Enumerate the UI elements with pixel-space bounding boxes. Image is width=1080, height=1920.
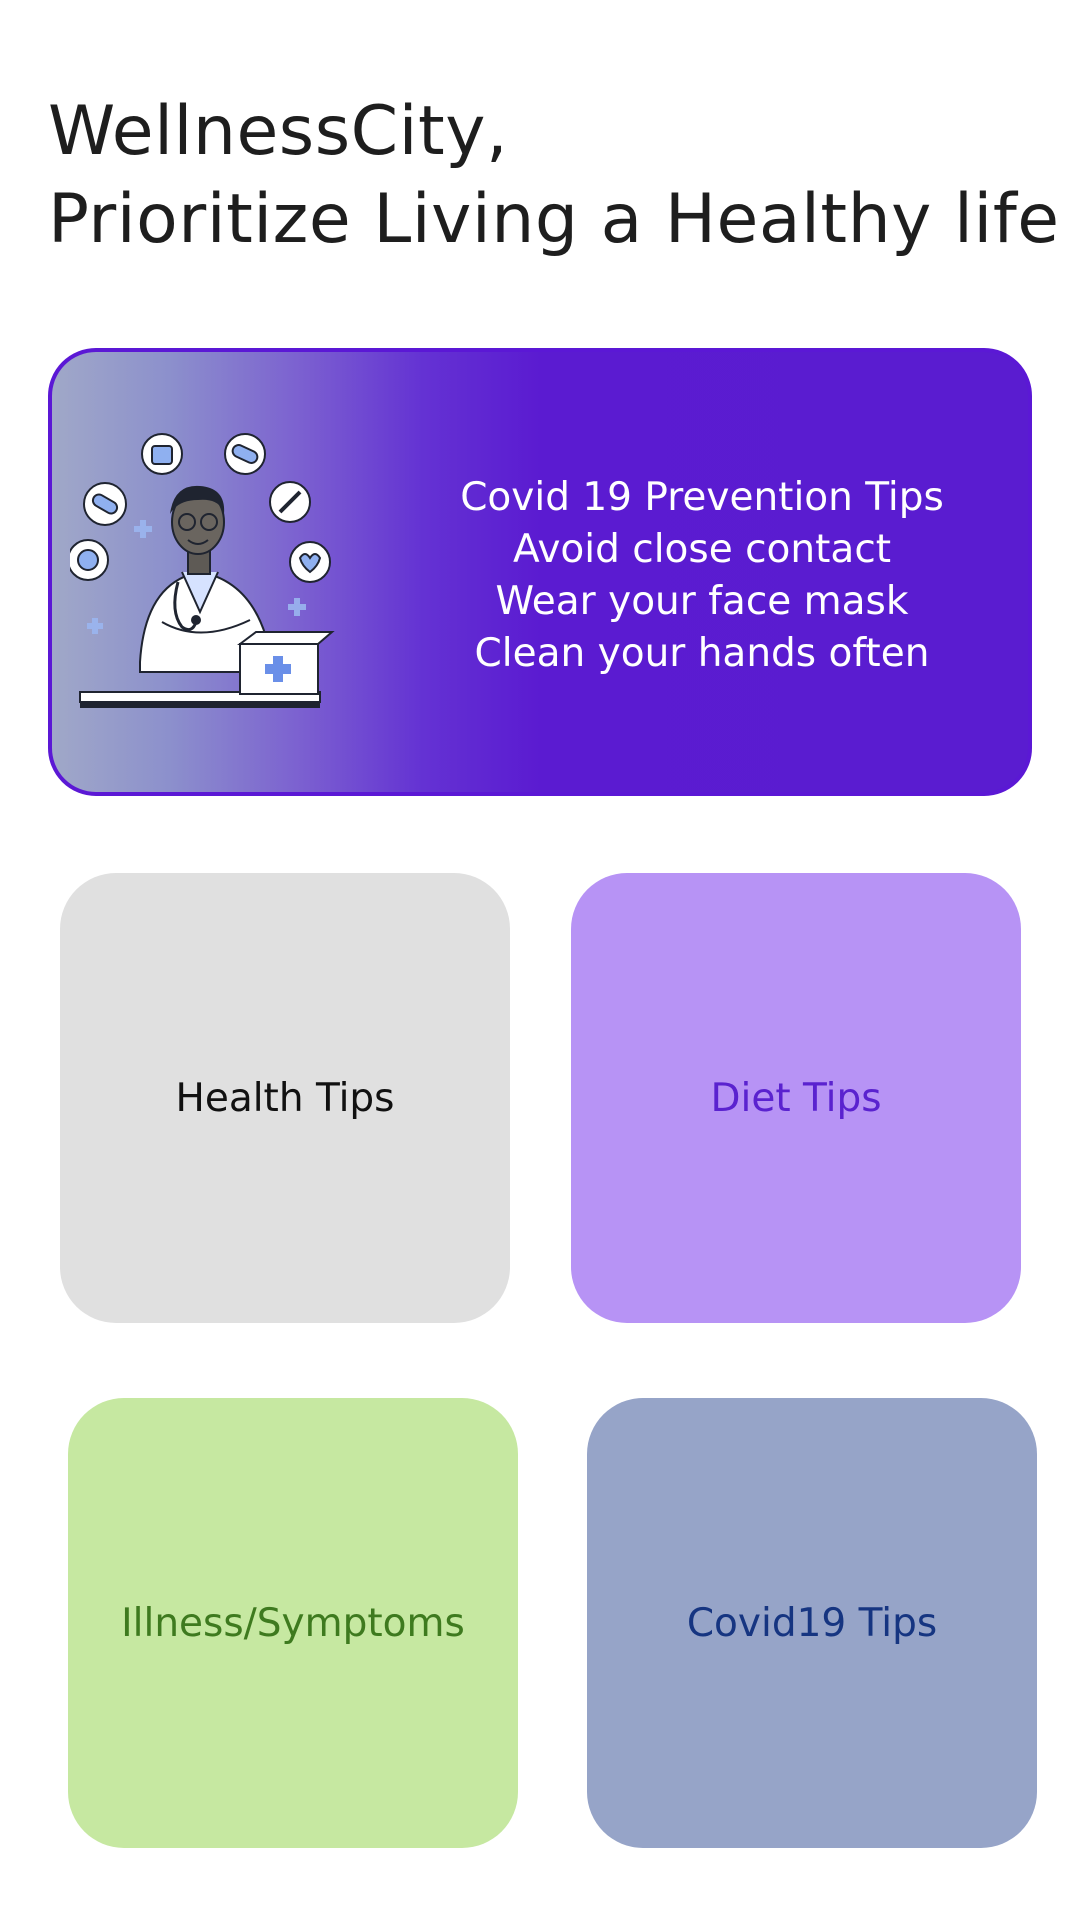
illness-symptoms-tile[interactable]: Illness/Symptoms xyxy=(68,1398,518,1848)
tip-item: Clean your hands often xyxy=(474,631,930,676)
covid19-tips-tile[interactable]: Covid19 Tips xyxy=(587,1398,1037,1848)
title-line-app-name: WellnessCity, xyxy=(48,92,509,171)
diet-tips-tile[interactable]: Diet Tips xyxy=(571,873,1021,1323)
doctor-illustration-icon xyxy=(70,433,335,708)
health-tips-tile[interactable]: Health Tips xyxy=(60,873,510,1323)
page-title: WellnessCity, Prioritize Living a Health… xyxy=(48,88,1078,264)
tip-item: Wear your face mask xyxy=(495,579,909,624)
diet-tips-label: Diet Tips xyxy=(710,1075,882,1121)
covid-prevention-banner[interactable]: Covid 19 Prevention Tips Avoid close con… xyxy=(48,348,1032,796)
tips-heading: Covid 19 Prevention Tips xyxy=(460,475,944,520)
prevention-tips-text: Covid 19 Prevention Tips Avoid close con… xyxy=(412,472,992,680)
tip-item: Avoid close contact xyxy=(512,527,892,572)
title-line-tagline: Prioritize Living a Healthy life xyxy=(48,180,1060,259)
covid19-tips-label: Covid19 Tips xyxy=(686,1600,938,1646)
illness-symptoms-label: Illness/Symptoms xyxy=(121,1600,465,1646)
health-tips-label: Health Tips xyxy=(175,1075,395,1121)
